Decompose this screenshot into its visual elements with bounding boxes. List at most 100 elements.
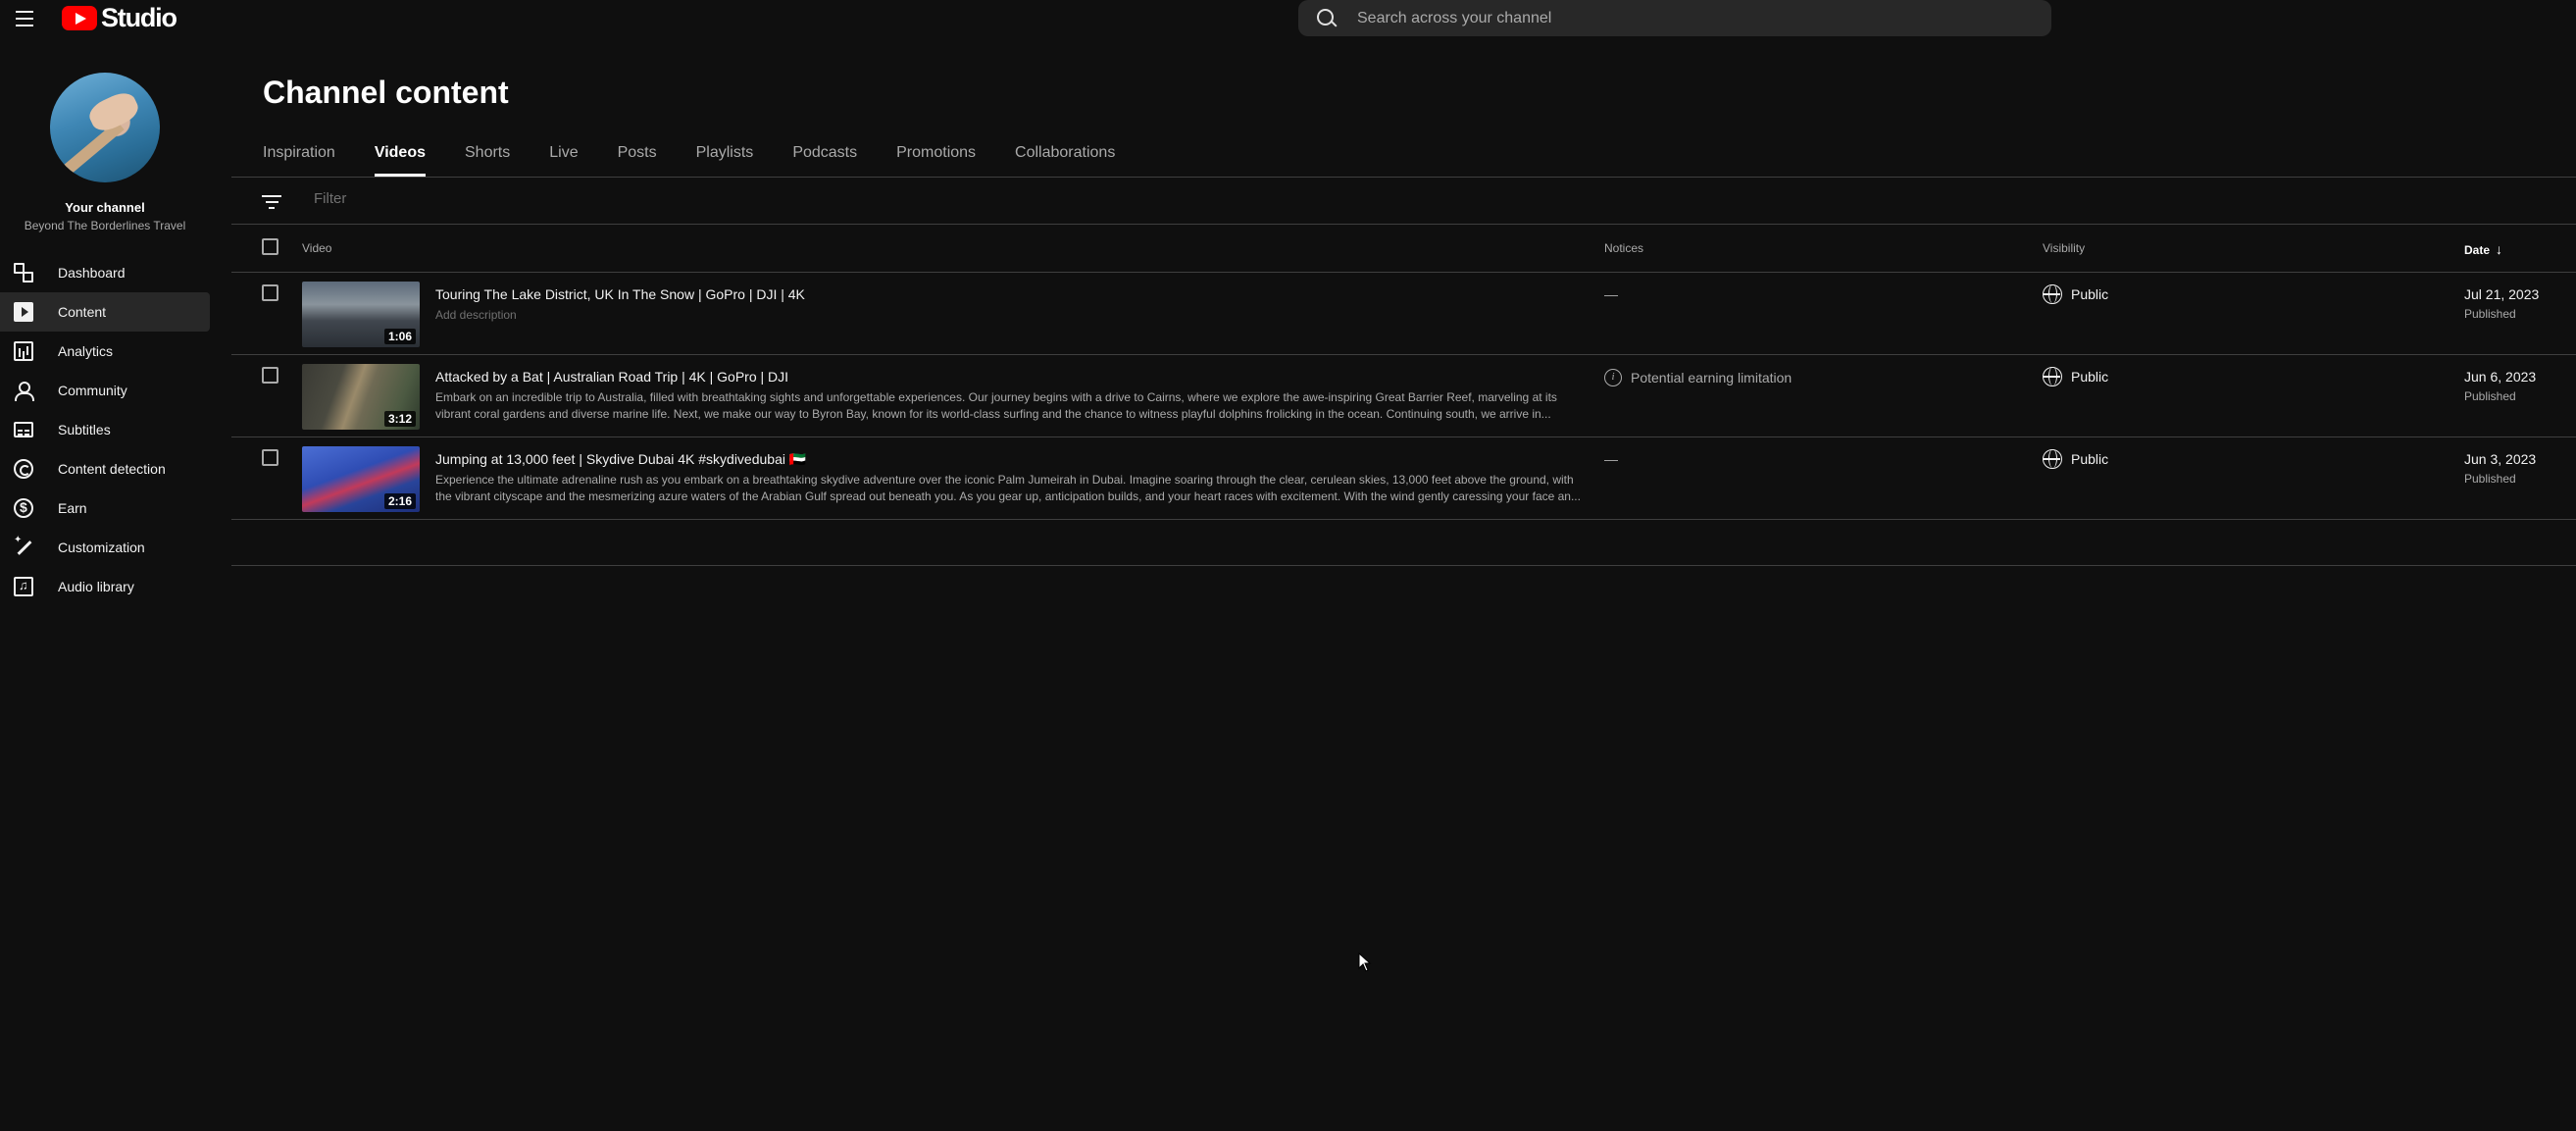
notice-text: — (1604, 451, 1618, 467)
hamburger-menu-icon[interactable] (12, 6, 37, 31)
video-status: Published (2464, 307, 2516, 321)
column-header-notices: Notices (1604, 241, 1644, 255)
sidebar-item-dashboard[interactable]: Dashboard (0, 253, 210, 292)
page-title: Channel content (263, 75, 509, 110)
video-description[interactable]: Add description (435, 307, 1583, 324)
video-duration: 2:16 (383, 493, 416, 509)
notice-text: Potential earning limitation (1631, 370, 1793, 386)
table-footer-divider (231, 565, 2576, 566)
date-header-label: Date (2464, 243, 2491, 257)
analytics-icon (14, 341, 33, 361)
sidebar-item-label: Audio library (58, 579, 134, 594)
content-tabs: Inspiration Videos Shorts Live Posts Pla… (263, 143, 1154, 177)
video-title[interactable]: Jumping at 13,000 feet | Skydive Dubai 4… (435, 451, 806, 468)
customization-icon (14, 535, 33, 557)
audio-library-icon (14, 577, 33, 596)
tab-playlists[interactable]: Playlists (696, 143, 754, 177)
globe-icon (2043, 284, 2062, 304)
search-input[interactable] (1357, 9, 2024, 27)
tab-promotions[interactable]: Promotions (896, 143, 976, 177)
video-notice: — (1604, 286, 1618, 302)
globe-icon (2043, 367, 2062, 386)
video-date: Jun 3, 2023 (2464, 451, 2537, 467)
table-row[interactable]: 3:12 Attacked by a Bat | Australian Road… (231, 355, 2576, 437)
mouse-cursor-icon (1358, 952, 1372, 972)
column-header-video: Video (302, 241, 332, 255)
sidebar-item-subtitles[interactable]: Subtitles (0, 410, 210, 449)
video-status: Published (2464, 389, 2516, 403)
row-checkbox[interactable] (262, 449, 278, 466)
youtube-studio-app: Studio Your channel Beyond The Borderlin… (0, 0, 2576, 1131)
search-icon[interactable] (1316, 8, 1338, 29)
tab-posts[interactable]: Posts (618, 143, 657, 177)
video-date: Jul 21, 2023 (2464, 286, 2540, 302)
channel-name: Beyond The Borderlines Travel (24, 219, 186, 232)
tab-shorts[interactable]: Shorts (465, 143, 510, 177)
channel-avatar[interactable] (50, 73, 160, 182)
sidebar-item-customization[interactable]: Customization (0, 528, 210, 567)
community-icon (14, 381, 34, 401)
tab-collaborations[interactable]: Collaborations (1015, 143, 1115, 177)
video-status: Published (2464, 472, 2516, 486)
sidebar-item-content[interactable]: Content (0, 292, 210, 332)
filter-bar (231, 178, 2576, 224)
column-header-visibility: Visibility (2043, 241, 2086, 255)
select-all-checkbox[interactable] (262, 238, 278, 255)
video-thumbnail[interactable]: 2:16 (302, 446, 420, 512)
sidebar-item-label: Earn (58, 500, 87, 516)
visibility-label: Public (2071, 286, 2109, 302)
sidebar: Your channel Beyond The Borderlines Trav… (0, 37, 218, 1131)
video-title[interactable]: Touring The Lake District, UK In The Sno… (435, 286, 805, 302)
visibility-selector[interactable]: Public (2043, 449, 2108, 469)
table-header: Video Notices Visibility Date ↓ (231, 225, 2576, 272)
tab-inspiration[interactable]: Inspiration (263, 143, 335, 177)
sidebar-item-audio-library[interactable]: Audio library (0, 567, 210, 606)
video-thumbnail[interactable]: 1:06 (302, 282, 420, 347)
row-checkbox[interactable] (262, 284, 278, 301)
tab-live[interactable]: Live (549, 143, 578, 177)
content-detection-icon (14, 459, 33, 479)
tab-videos[interactable]: Videos (374, 143, 427, 177)
filter-icon[interactable] (261, 195, 282, 209)
video-description[interactable]: Experience the ultimate adrenaline rush … (435, 472, 1583, 505)
visibility-selector[interactable]: Public (2043, 284, 2108, 304)
globe-icon (2043, 449, 2062, 469)
logo-text: Studio (101, 3, 177, 32)
video-notice: — (1604, 451, 1618, 467)
column-header-date[interactable]: Date ↓ (2464, 241, 2502, 257)
sidebar-nav: Dashboard Content Analytics Community Su… (0, 253, 210, 606)
sort-descending-arrow-icon: ↓ (2496, 241, 2503, 257)
studio-logo[interactable]: Studio (62, 3, 177, 33)
sidebar-item-earn[interactable]: Earn (0, 488, 210, 528)
your-channel-label: Your channel (65, 200, 145, 215)
video-title[interactable]: Attacked by a Bat | Australian Road Trip… (435, 369, 788, 385)
top-bar: Studio (0, 0, 2576, 37)
sidebar-item-label: Dashboard (58, 265, 126, 281)
video-duration: 3:12 (383, 411, 416, 427)
sidebar-item-community[interactable]: Community (0, 371, 210, 410)
visibility-selector[interactable]: Public (2043, 367, 2108, 386)
video-thumbnail[interactable]: 3:12 (302, 364, 420, 430)
sidebar-item-label: Content (58, 304, 107, 320)
video-date: Jun 6, 2023 (2464, 369, 2537, 385)
subtitles-icon (14, 422, 33, 437)
table-row[interactable]: 2:16 Jumping at 13,000 feet | Skydive Du… (231, 437, 2576, 520)
filter-input[interactable] (314, 190, 902, 207)
sidebar-item-content-detection[interactable]: Content detection (0, 449, 210, 488)
tab-podcasts[interactable]: Podcasts (792, 143, 857, 177)
sidebar-item-label: Subtitles (58, 422, 111, 437)
sidebar-item-label: Analytics (58, 343, 114, 359)
visibility-label: Public (2071, 451, 2109, 467)
content-icon (14, 302, 33, 322)
sidebar-item-label: Community (58, 383, 127, 398)
row-checkbox[interactable] (262, 367, 278, 384)
visibility-label: Public (2071, 369, 2109, 385)
sidebar-item-analytics[interactable]: Analytics (0, 332, 210, 371)
table-row[interactable]: 1:06 Touring The Lake District, UK In Th… (231, 273, 2576, 355)
video-description[interactable]: Embark on an incredible trip to Australi… (435, 389, 1583, 423)
video-notice[interactable]: i Potential earning limitation (1604, 369, 1792, 386)
info-icon: i (1604, 369, 1622, 386)
search-bar[interactable] (1298, 0, 2051, 36)
youtube-play-logo-icon (62, 6, 97, 30)
sidebar-item-label: Customization (58, 540, 145, 555)
